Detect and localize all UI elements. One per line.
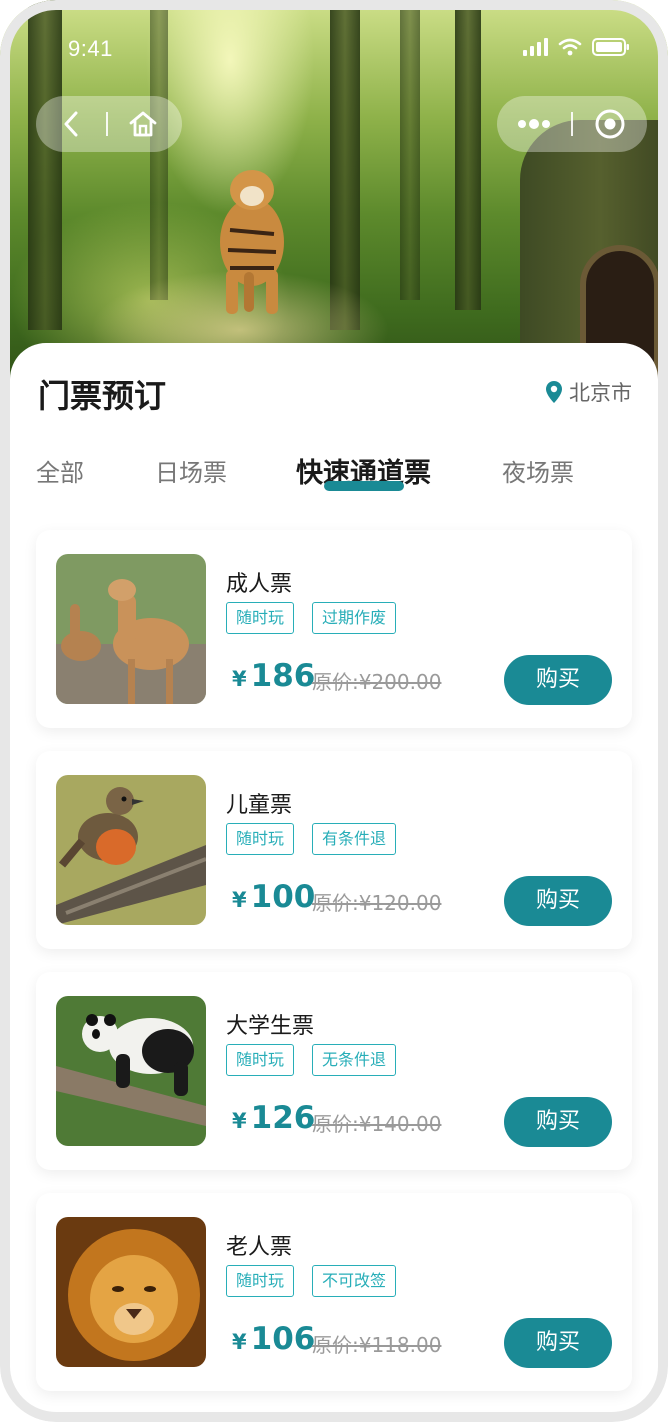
location-selector[interactable]: 北京市 <box>545 377 632 407</box>
ticket-card: 大学生票 随时玩 无条件退 ¥126 原价:¥140.00 购买 <box>36 972 632 1170</box>
mini-program-capsule <box>497 96 647 152</box>
original-price: 原价:¥118.00 <box>312 1333 442 1357</box>
target-circle-icon <box>595 109 625 139</box>
buy-button[interactable]: 购买 <box>504 1097 612 1147</box>
ticket-card: 老人票 随时玩 不可改签 ¥106 原价:¥118.00 购买 <box>36 1193 632 1391</box>
close-mini-program-button[interactable] <box>573 96 647 152</box>
signal-icon <box>523 38 548 56</box>
ticket-card: 成人票 随时玩 过期作废 ¥186 原价:¥200.00 购买 <box>36 530 632 728</box>
currency-symbol: ¥ <box>232 1109 247 1133</box>
chevron-left-icon <box>64 111 78 137</box>
page-title: 门票预订 <box>38 377 167 415</box>
ticket-tag: 随时玩 <box>226 823 295 855</box>
ticket-tag: 不可改签 <box>312 1265 397 1297</box>
location-pin-icon <box>546 381 562 403</box>
status-icons <box>523 38 630 56</box>
active-tab-indicator <box>324 481 404 491</box>
ticket-name: 老人票 <box>226 1235 293 1260</box>
tiger-image <box>220 170 284 314</box>
ticket-name: 成人票 <box>226 572 293 597</box>
ticket-tag: 有条件退 <box>312 823 397 855</box>
status-time: 9:41 <box>68 36 113 61</box>
ticket-tag: 过期作废 <box>312 602 397 634</box>
tab-all[interactable]: 全部 <box>36 453 84 488</box>
original-price: 原价:¥200.00 <box>312 670 442 694</box>
lion-photo <box>56 1217 206 1367</box>
deer-photo <box>56 554 206 704</box>
ticket-price: ¥106 <box>232 1321 315 1357</box>
price-value: 186 <box>250 658 316 694</box>
ticket-name: 大学生票 <box>226 1014 315 1039</box>
buy-button[interactable]: 购买 <box>504 876 612 926</box>
ticket-tag: 随时玩 <box>226 1044 295 1076</box>
nav-capsule <box>36 96 182 152</box>
home-button[interactable] <box>108 96 178 152</box>
tree-trunk <box>28 0 62 330</box>
tab-day[interactable]: 日场票 <box>155 453 227 488</box>
ticket-card: 儿童票 随时玩 有条件退 ¥100 原价:¥120.00 购买 <box>36 751 632 949</box>
hero-banner: 9:41 <box>0 0 668 390</box>
content-panel: 门票预订 北京市 全部 日场票 快速通道票 夜场票 成人票 随时玩 过期作废 ¥… <box>10 343 658 1412</box>
ticket-tag: 无条件退 <box>312 1044 397 1076</box>
more-button[interactable] <box>497 96 571 152</box>
ticket-price: ¥126 <box>232 1100 315 1136</box>
more-dots-icon <box>518 119 550 129</box>
currency-symbol: ¥ <box>232 1330 247 1354</box>
ticket-tag: 随时玩 <box>226 602 295 634</box>
ticket-price: ¥100 <box>232 879 315 915</box>
tree-trunk <box>400 0 420 300</box>
price-value: 126 <box>250 1100 316 1136</box>
location-label: 北京市 <box>569 381 632 405</box>
original-price: 原价:¥120.00 <box>312 891 442 915</box>
robin-photo <box>56 775 206 925</box>
home-icon <box>129 111 157 137</box>
ticket-price: ¥186 <box>232 658 315 694</box>
wifi-icon <box>558 38 582 56</box>
battery-icon <box>592 38 629 56</box>
currency-symbol: ¥ <box>232 888 247 912</box>
original-price: 原价:¥140.00 <box>312 1112 442 1136</box>
tree-trunk <box>455 0 481 310</box>
phone-screen: 9:41 门票预订 北京市 全部 日场票 快速通道票 夜场票 成人票 随时玩 过… <box>0 0 668 1422</box>
currency-symbol: ¥ <box>232 667 247 691</box>
ticket-tabs: 全部 日场票 快速通道票 夜场票 <box>10 453 658 503</box>
panda-photo <box>56 996 206 1146</box>
buy-button[interactable]: 购买 <box>504 655 612 705</box>
buy-button[interactable]: 购买 <box>504 1318 612 1368</box>
ticket-name: 儿童票 <box>226 793 293 818</box>
price-value: 106 <box>250 1321 316 1357</box>
price-value: 100 <box>250 879 316 915</box>
back-button[interactable] <box>36 96 106 152</box>
tab-night[interactable]: 夜场票 <box>502 453 574 488</box>
ticket-tag: 随时玩 <box>226 1265 295 1297</box>
